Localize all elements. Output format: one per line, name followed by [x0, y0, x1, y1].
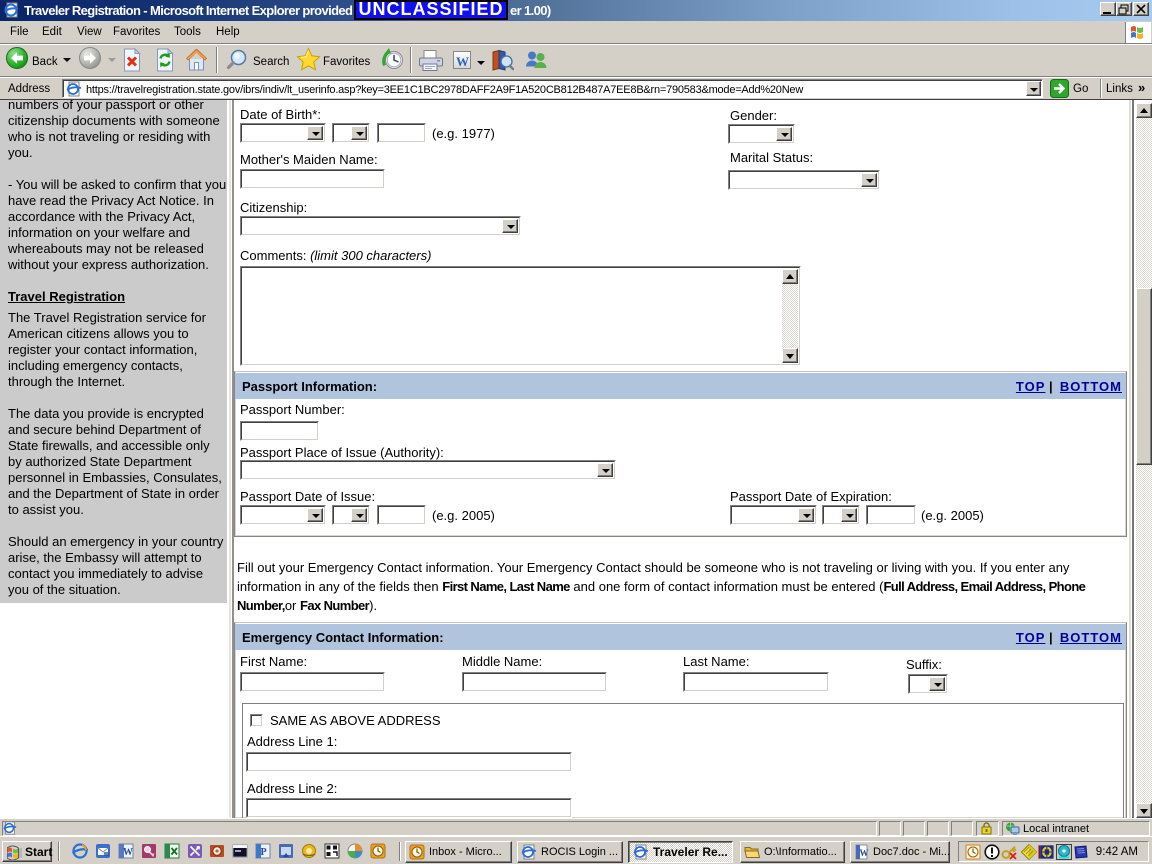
svg-text:P: P	[261, 847, 267, 858]
svg-text:W: W	[123, 847, 133, 858]
svg-text:W: W	[860, 848, 869, 858]
